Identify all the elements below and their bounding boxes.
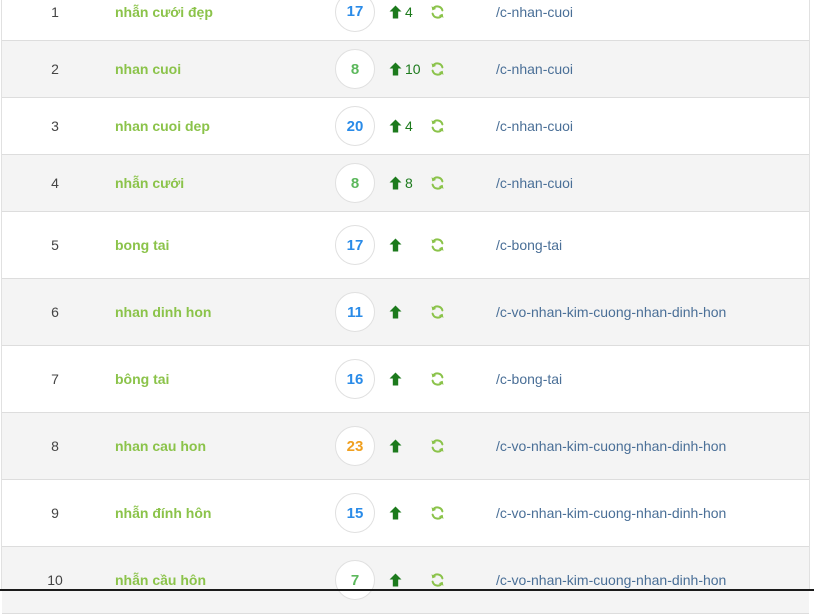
position-badge: 11 — [335, 292, 375, 332]
keyword-link[interactable]: nhẫn cưới — [115, 175, 184, 191]
refresh-icon[interactable] — [430, 573, 445, 588]
keyword-link[interactable]: nhan cuoi dep — [115, 118, 210, 134]
refresh-icon[interactable] — [430, 119, 445, 134]
arrow-up-icon — [389, 119, 402, 133]
keyword-link[interactable]: bông tai — [115, 371, 169, 387]
rank-change — [389, 506, 405, 520]
keyword-link[interactable]: nhan cau hon — [115, 438, 206, 454]
rank-change — [389, 573, 405, 587]
rank-change — [389, 372, 405, 386]
table-row: 7 bông tai 16/c-bong-tai — [2, 346, 809, 413]
arrow-up-icon — [389, 238, 402, 252]
rank-number: 1 — [51, 3, 59, 20]
ranking-url-link[interactable]: /c-vo-nhan-kim-cuong-nhan-dinh-hon — [496, 505, 726, 521]
keyword-link[interactable]: nhẫn đính hôn — [115, 505, 211, 521]
ranking-url-link[interactable]: /c-nhan-cuoi — [496, 61, 573, 77]
table-row: 9 nhẫn đính hôn 15/c-vo-nhan-kim-cuong-nha… — [2, 480, 809, 547]
ranking-url-link[interactable]: /c-bong-tai — [496, 371, 562, 387]
rank-change-value: 8 — [405, 175, 413, 191]
rank-number: 2 — [51, 61, 59, 77]
rank-number: 9 — [51, 505, 59, 521]
arrow-up-icon — [389, 62, 402, 76]
keyword-ranking-table: 1 nhẫn cưới đẹp 17 4/c-nhan-cuoi 2 nhan cuoi 8… — [1, 0, 810, 614]
table-row: 6 nhan dinh hon 11/c-vo-nhan-kim-cuong-nha… — [2, 279, 809, 346]
ranking-url-link[interactable]: /c-bong-tai — [496, 237, 562, 253]
arrow-up-icon — [389, 5, 402, 19]
table-row: 3 nhan cuoi dep 20 4/c-nhan-cuoi — [2, 98, 809, 155]
rank-change: 4 — [389, 118, 413, 134]
position-badge: 16 — [335, 359, 375, 399]
position-badge: 7 — [335, 560, 375, 600]
ranking-url-link[interactable]: /c-vo-nhan-kim-cuong-nhan-dinh-hon — [496, 438, 726, 454]
rank-change: 10 — [389, 61, 421, 77]
arrow-up-icon — [389, 573, 402, 587]
table-row: 10 nhẫn cầu hôn 7/c-vo-nhan-kim-cuong-nhan… — [2, 547, 809, 614]
position-badge: 17 — [335, 225, 375, 265]
rank-number: 3 — [51, 118, 59, 134]
position-badge: 15 — [335, 493, 375, 533]
ranking-url-link[interactable]: /c-nhan-cuoi — [496, 4, 573, 20]
refresh-icon[interactable] — [430, 506, 445, 521]
position-badge: 17 — [335, 0, 375, 32]
position-badge: 20 — [335, 106, 375, 146]
rank-number: 8 — [51, 438, 59, 454]
table-row: 1 nhẫn cưới đẹp 17 4/c-nhan-cuoi — [2, 0, 809, 41]
keyword-link[interactable]: nhan cuoi — [115, 61, 181, 77]
refresh-icon[interactable] — [430, 439, 445, 454]
rank-number: 6 — [51, 304, 59, 320]
refresh-icon[interactable] — [430, 62, 445, 77]
rank-number: 10 — [47, 572, 63, 588]
rank-change-value: 10 — [405, 61, 421, 77]
table-row: 4 nhẫn cưới 8 8/c-nhan-cuoi — [2, 155, 809, 212]
ranking-url-link[interactable]: /c-vo-nhan-kim-cuong-nhan-dinh-hon — [496, 304, 726, 320]
refresh-icon[interactable] — [430, 238, 445, 253]
arrow-up-icon — [389, 305, 402, 319]
ranking-url-link[interactable]: /c-vo-nhan-kim-cuong-nhan-dinh-hon — [496, 572, 726, 588]
ranking-url-link[interactable]: /c-nhan-cuoi — [496, 118, 573, 134]
rank-number: 7 — [51, 371, 59, 387]
rank-change: 4 — [389, 4, 413, 20]
arrow-up-icon — [389, 176, 402, 190]
refresh-icon[interactable] — [430, 176, 445, 191]
ranking-url-link[interactable]: /c-nhan-cuoi — [496, 175, 573, 191]
rank-number: 4 — [51, 175, 59, 191]
table-row: 8 nhan cau hon 23/c-vo-nhan-kim-cuong-nhan… — [2, 413, 809, 480]
position-badge: 8 — [335, 163, 375, 203]
table-row: 2 nhan cuoi 8 10/c-nhan-cuoi — [2, 41, 809, 98]
refresh-icon[interactable] — [430, 305, 445, 320]
arrow-up-icon — [389, 372, 402, 386]
table-row: 5 bong tai 17/c-bong-tai — [2, 212, 809, 279]
keyword-link[interactable]: nhẫn cưới đẹp — [115, 4, 213, 20]
refresh-icon[interactable] — [430, 372, 445, 387]
rank-change-value: 4 — [405, 118, 413, 134]
refresh-icon[interactable] — [430, 4, 445, 19]
rank-change-value: 4 — [405, 3, 413, 20]
rank-change: 8 — [389, 175, 413, 191]
keyword-link[interactable]: nhẫn cầu hôn — [115, 572, 206, 588]
keyword-link[interactable]: nhan dinh hon — [115, 304, 211, 320]
position-badge: 8 — [335, 49, 375, 89]
arrow-up-icon — [389, 506, 402, 520]
arrow-up-icon — [389, 439, 402, 453]
rank-change — [389, 238, 405, 252]
rank-number: 5 — [51, 237, 59, 253]
rank-change — [389, 439, 405, 453]
keyword-link[interactable]: bong tai — [115, 237, 169, 253]
rank-change — [389, 305, 405, 319]
position-badge: 23 — [335, 426, 375, 466]
